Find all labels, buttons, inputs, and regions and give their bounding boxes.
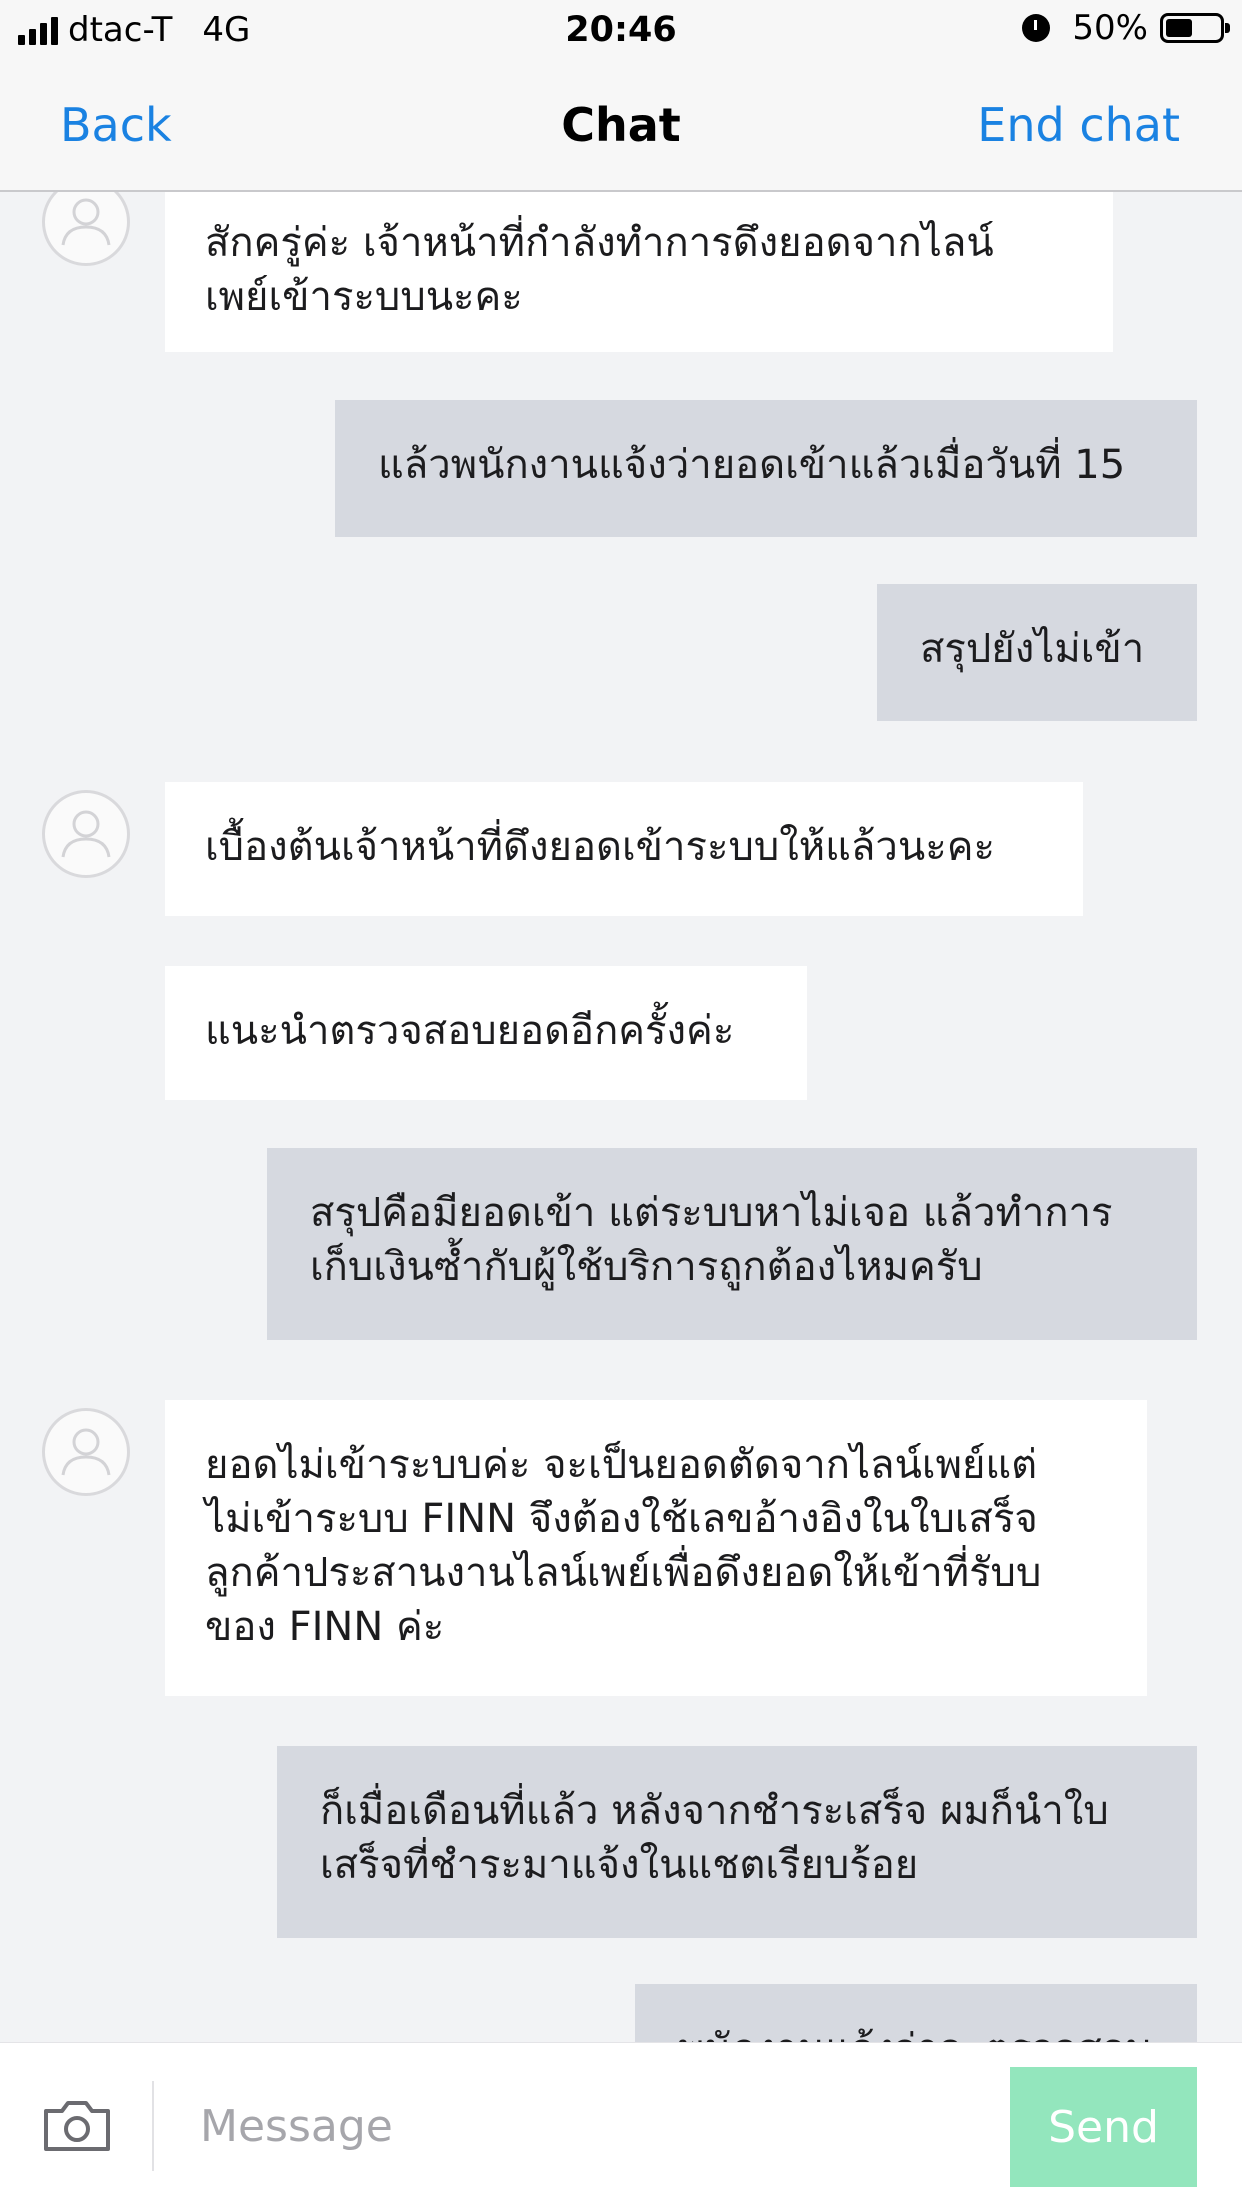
camera-icon[interactable] xyxy=(42,2099,112,2153)
chat-messages[interactable]: สักครู่ค่ะ เจ้าหน้าที่กำลังทำการดึงยอดจา… xyxy=(0,192,1242,2042)
end-chat-button[interactable]: End chat xyxy=(977,98,1180,152)
send-button[interactable]: Send xyxy=(1010,2067,1197,2187)
back-button[interactable]: Back xyxy=(60,98,172,152)
message-bubble-agent: เบื้องต้นเจ้าหน้าที่ดึงยอดเข้าระบบให้แล้… xyxy=(165,782,1083,916)
avatar-icon xyxy=(42,192,130,266)
message-line: แนะนำตรวจสอบยอดอีกครั้งค่ะ xyxy=(205,1008,735,1054)
message-bubble-user: ก็เมื่อเดือนที่แล้ว หลังจากชำระเสร็จ ผมก… xyxy=(277,1746,1197,1938)
message-line: สรุปคือมียอดเข้า แต่ระบบหาไม่เจอ แล้วทำก… xyxy=(310,1190,1113,1236)
message-line: สักครู่ค่ะ เจ้าหน้าที่กำลังทำการดึงยอดจา… xyxy=(205,220,994,266)
avatar-icon xyxy=(42,790,130,878)
message-bubble-user: สรุปคือมียอดเข้า แต่ระบบหาไม่เจอ แล้วทำก… xyxy=(267,1148,1197,1340)
message-bubble-agent: สักครู่ค่ะ เจ้าหน้าที่กำลังทำการดึงยอดจา… xyxy=(165,192,1113,352)
message-line: สรุปยังไม่เข้า xyxy=(920,626,1145,672)
message-bubble-user: แล้วพนักงานแจ้งว่ายอดเข้าแล้วเมื่อวันที่… xyxy=(335,400,1197,537)
message-bubble-agent: แนะนำตรวจสอบยอดอีกครั้งค่ะ xyxy=(165,966,807,1100)
battery-percent: 50% xyxy=(1072,8,1148,48)
status-bar: dtac-T 4G 20:46 50% xyxy=(0,0,1242,62)
message-line: พนักงานแจ้งว่าจะตรวจสอบให้ xyxy=(678,2022,1154,2042)
message-line: แล้วพนักงานแจ้งว่ายอดเข้าแล้วเมื่อวันที่… xyxy=(378,442,1126,488)
battery-icon xyxy=(1160,13,1230,43)
message-line: เบื้องต้นเจ้าหน้าที่ดึงยอดเข้าระบบให้แล้… xyxy=(205,824,995,870)
message-composer: Send xyxy=(0,2042,1242,2209)
alarm-icon xyxy=(1022,14,1051,42)
status-right: 50% xyxy=(1022,8,1230,48)
avatar-icon xyxy=(42,1408,130,1496)
composer-divider xyxy=(152,2081,154,2171)
message-bubble-user: สรุปยังไม่เข้า xyxy=(877,584,1197,721)
nav-bar: Back Chat End chat xyxy=(0,62,1242,192)
message-input[interactable] xyxy=(180,2083,1020,2169)
message-line: ก็เมื่อเดือนที่แล้ว หลังจากชำระเสร็จ ผมก… xyxy=(320,1788,1109,1834)
message-line: เสร็จที่ชำระมาแจ้งในแชตเรียบร้อย xyxy=(320,1842,919,1888)
message-line: เพย์เข้าระบบนะคะ xyxy=(205,274,523,320)
message-line: ยอดไม่เข้าระบบค่ะ จะเป็นยอดตัดจากไลน์เพย… xyxy=(205,1442,1038,1488)
message-line: ของ FINN ค่ะ xyxy=(205,1604,445,1650)
message-line: เก็บเงินซ้ำกับผู้ใช้บริการถูกต้องไหมครับ xyxy=(310,1244,983,1290)
message-line: ลูกค้าประสานงานไลน์เพย์เพื่อดึงยอดให้เข้… xyxy=(205,1550,1042,1596)
message-bubble-agent: ยอดไม่เข้าระบบค่ะ จะเป็นยอดตัดจากไลน์เพย… xyxy=(165,1400,1147,1696)
message-line: ไม่เข้าระบบ FINN จึงต้องใช้เลขอ้างอิงในใ… xyxy=(205,1496,1038,1542)
message-bubble-user: พนักงานแจ้งว่าจะตรวจสอบให้ xyxy=(635,1984,1197,2042)
